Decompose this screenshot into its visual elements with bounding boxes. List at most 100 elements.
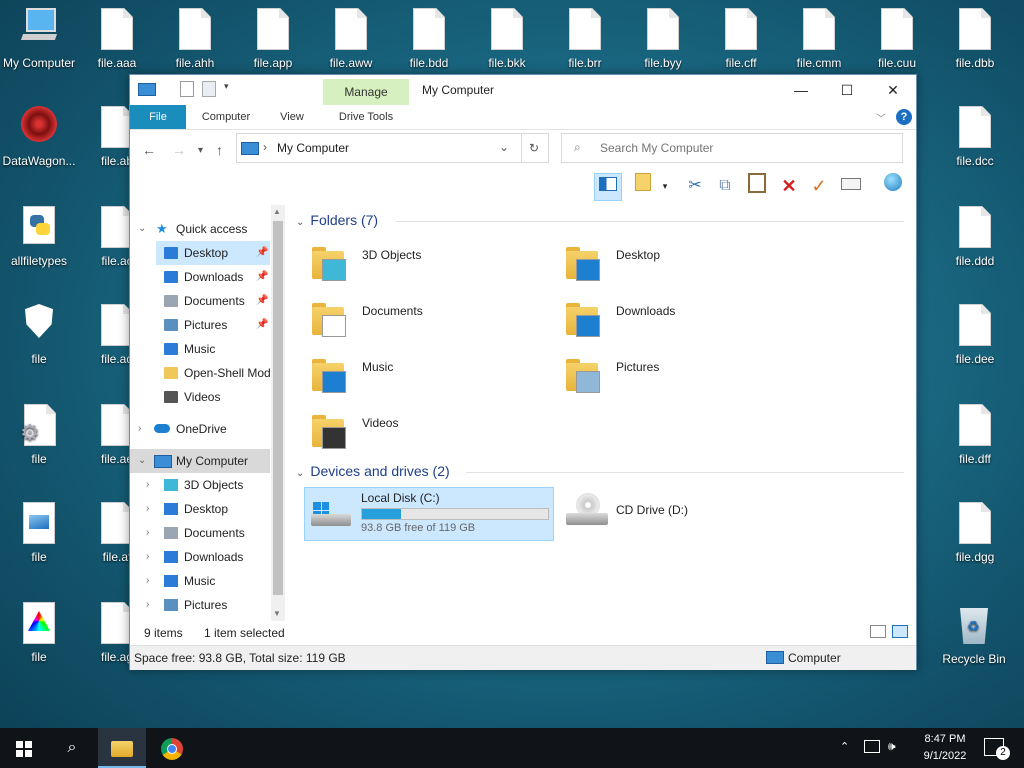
- desktop-top-7[interactable]: file.cff: [704, 8, 778, 70]
- manage-tab[interactable]: Manage: [323, 79, 409, 105]
- desktop-left-4[interactable]: ⚙ file: [2, 404, 76, 466]
- desktop-top-6[interactable]: file.byy: [626, 8, 700, 70]
- chevron-down-icon[interactable]: ⌄: [138, 449, 146, 473]
- folder-videos[interactable]: Videos: [290, 407, 540, 455]
- nav-quick-downloads[interactable]: Downloads 📌: [156, 265, 270, 289]
- chevron-right-icon[interactable]: ›: [146, 473, 149, 497]
- desktop-left-2[interactable]: allfiletypes: [2, 206, 76, 268]
- network-globe-icon[interactable]: [880, 173, 906, 199]
- chevron-right-icon[interactable]: ›: [146, 545, 149, 569]
- nav-pc-pictures[interactable]: › Pictures: [130, 593, 270, 617]
- content-pane[interactable]: ⌄ Folders (7) 3D Objects Desktop Documents D…: [290, 205, 916, 621]
- chevron-down-icon[interactable]: ⌄: [296, 217, 304, 228]
- clock[interactable]: 8:47 PM 9/1/2022: [910, 731, 980, 765]
- folder-desktop[interactable]: Desktop: [544, 239, 794, 287]
- desktop-col2-0[interactable]: file.aaa: [80, 8, 154, 70]
- pin-icon[interactable]: 📌: [256, 241, 268, 265]
- chevron-right-icon[interactable]: ›: [146, 497, 149, 521]
- details-view-icon[interactable]: [870, 625, 886, 638]
- nav-quick-access[interactable]: ⌄ ★ Quick access: [130, 217, 270, 241]
- search-icon[interactable]: ⌕: [48, 728, 96, 768]
- drives-section-header[interactable]: ⌄ Devices and drives (2): [296, 463, 904, 479]
- desktop-top-8[interactable]: file.cmm: [782, 8, 856, 70]
- tab-drive-tools[interactable]: Drive Tools: [323, 105, 409, 129]
- desktop-right-0[interactable]: file.dcc: [938, 106, 1012, 168]
- pin-icon[interactable]: 📌: [256, 289, 268, 313]
- nav-pc-desktop[interactable]: › Desktop: [130, 497, 270, 521]
- recent-locations-button[interactable]: ▾: [198, 145, 203, 156]
- desktop-right-2[interactable]: file.dee: [938, 304, 1012, 366]
- nav-pc-documents[interactable]: › Documents: [130, 521, 270, 545]
- preview-pane-icon[interactable]: [594, 173, 622, 201]
- explorer-window[interactable]: ▾ Manage My Computer — ☐ ✕ File Computer…: [129, 74, 917, 670]
- chevron-right-icon[interactable]: ›: [146, 521, 149, 545]
- desktop-left-6[interactable]: file: [2, 602, 76, 664]
- folders-section-header[interactable]: ⌄ Folders (7): [296, 212, 904, 228]
- chevron-up-icon[interactable]: ⌃: [840, 740, 849, 753]
- nav-quick-desktop[interactable]: Desktop 📌: [156, 241, 270, 265]
- forward-button[interactable]: →: [172, 142, 186, 158]
- new-item-dropdown-icon[interactable]: ▾: [652, 173, 678, 199]
- maximize-button[interactable]: ☐: [824, 75, 870, 105]
- pin-icon[interactable]: 📌: [256, 265, 268, 289]
- start-button[interactable]: [0, 728, 48, 768]
- ribbon-collapse-icon[interactable]: ﹀: [876, 110, 886, 125]
- chevron-down-icon[interactable]: ⌄: [296, 468, 304, 479]
- search-input[interactable]: [598, 138, 892, 158]
- desktop-left-0[interactable]: My Computer: [2, 8, 76, 70]
- scroll-down-icon[interactable]: ▼: [273, 609, 281, 618]
- desktop-right-3[interactable]: file.dff: [938, 404, 1012, 466]
- chevron-right-icon[interactable]: ›: [146, 593, 149, 617]
- minimize-button[interactable]: —: [778, 75, 824, 105]
- chevron-right-icon[interactable]: ›: [146, 569, 149, 593]
- network-icon[interactable]: [864, 740, 880, 753]
- desktop-top-4[interactable]: file.bkk: [470, 8, 544, 70]
- address-dropdown-icon[interactable]: ⌄: [499, 140, 509, 154]
- nav-pc-3d-objects[interactable]: › 3D Objects: [130, 473, 270, 497]
- tab-view[interactable]: View: [270, 105, 314, 129]
- desktop-top-10[interactable]: file.dbb: [938, 8, 1012, 70]
- folder-downloads[interactable]: Downloads: [544, 295, 794, 343]
- copy-icon[interactable]: ⧉: [712, 173, 738, 199]
- properties-icon[interactable]: [838, 173, 864, 199]
- large-icons-view-icon[interactable]: [892, 625, 908, 638]
- search-box[interactable]: ⌕: [561, 133, 903, 163]
- refresh-button[interactable]: ↻: [520, 133, 549, 163]
- rename-check-icon[interactable]: ✓: [806, 173, 832, 199]
- desktop-left-1[interactable]: DataWagon...: [2, 106, 76, 168]
- tab-computer[interactable]: Computer: [194, 105, 258, 129]
- nav-my-computer[interactable]: ⌄ My Computer: [130, 449, 270, 473]
- drive-d[interactable]: CD Drive (D:): [560, 487, 800, 539]
- nav-quick-pictures[interactable]: Pictures 📌: [156, 313, 270, 337]
- nav-quick-documents[interactable]: Documents 📌: [156, 289, 270, 313]
- address-bar[interactable]: › My Computer ⌄: [236, 133, 522, 163]
- help-icon[interactable]: ?: [896, 109, 912, 125]
- scroll-up-icon[interactable]: ▲: [273, 207, 281, 216]
- new-folder-icon[interactable]: [202, 81, 216, 97]
- pin-icon[interactable]: 📌: [256, 313, 268, 337]
- desktop-top-0[interactable]: file.ahh: [158, 8, 232, 70]
- nav-scrollbar[interactable]: ▲ ▼: [271, 205, 285, 621]
- delete-icon[interactable]: ✕: [776, 173, 802, 199]
- up-button[interactable]: ↑: [216, 142, 223, 158]
- cut-icon[interactable]: ✂: [682, 173, 708, 199]
- scroll-thumb[interactable]: [273, 221, 283, 595]
- properties-icon[interactable]: [180, 81, 194, 97]
- chevron-right-icon[interactable]: ›: [138, 417, 141, 441]
- title-bar[interactable]: ▾ Manage My Computer — ☐ ✕: [130, 75, 916, 105]
- close-button[interactable]: ✕: [870, 75, 916, 105]
- tab-file[interactable]: File: [130, 105, 186, 129]
- breadcrumb-my-computer[interactable]: My Computer: [277, 141, 349, 155]
- breadcrumb-separator-icon[interactable]: ›: [263, 140, 267, 154]
- desktop-right-1[interactable]: file.ddd: [938, 206, 1012, 268]
- chevron-down-icon[interactable]: ⌄: [138, 217, 146, 241]
- folder-pictures[interactable]: Pictures: [544, 351, 794, 399]
- nav-pc-music[interactable]: › Music: [130, 569, 270, 593]
- paste-icon[interactable]: [744, 173, 770, 199]
- desktop-top-5[interactable]: file.brr: [548, 8, 622, 70]
- back-button[interactable]: ←: [142, 142, 156, 158]
- nav-pc-downloads[interactable]: › Downloads: [130, 545, 270, 569]
- recycle-bin[interactable]: ♻ Recycle Bin: [937, 604, 1011, 666]
- drive-c[interactable]: Local Disk (C:) 93.8 GB free of 119 GB: [304, 487, 554, 541]
- desktop-top-3[interactable]: file.bdd: [392, 8, 466, 70]
